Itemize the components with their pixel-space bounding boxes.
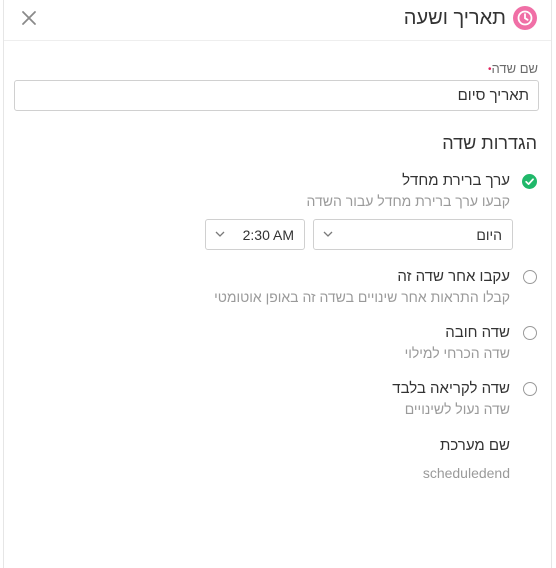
default-value-title: ערך ברירת מחדל	[402, 172, 510, 189]
chevron-down-icon	[323, 231, 333, 237]
required-field-title: שדה חובה	[445, 324, 510, 341]
panel-title: תאריך ושעה	[403, 7, 506, 29]
chevron-down-icon	[215, 231, 225, 237]
required-field-description: שדה הכרחי למילוי	[404, 345, 510, 361]
required-marker: •	[488, 64, 492, 75]
default-value-description: קבעו ערך ברירת מחדל עבור השדה	[306, 193, 510, 209]
follow-field-description: קבלו התראות אחר שינויים בשדה זה באופן או…	[214, 289, 510, 305]
clock-icon	[513, 6, 537, 30]
field-name-label: שם שדה•	[482, 61, 538, 76]
read-only-title: שדה לקריאה בלבד	[392, 380, 510, 397]
field-settings-panel: תאריך ושעה שם שדה• הגדרות שדה ערך ברירת …	[3, 0, 552, 568]
field-name-input[interactable]	[14, 80, 539, 111]
follow-field-checkbox[interactable]	[523, 270, 537, 284]
close-icon[interactable]	[19, 8, 39, 28]
field-name-label-text: שם שדה	[491, 61, 538, 76]
follow-field-title: עקבו אחר שדה זה	[397, 268, 510, 285]
default-value-checkbox-checked-icon[interactable]	[522, 174, 537, 189]
header-divider	[4, 40, 551, 41]
settings-section-title: הגדרות שדה	[442, 133, 537, 153]
default-time-value: 2:30 AM	[242, 227, 294, 243]
default-date-select[interactable]: היום	[313, 219, 513, 250]
read-only-description: שדה נעול לשינויים	[404, 401, 510, 417]
default-date-value: היום	[476, 227, 502, 243]
system-name-label: שם מערכת	[440, 437, 510, 454]
required-field-checkbox[interactable]	[523, 326, 537, 340]
default-time-select[interactable]: 2:30 AM	[205, 219, 305, 250]
read-only-checkbox[interactable]	[523, 382, 537, 396]
system-name-value: scheduledend	[422, 465, 510, 481]
